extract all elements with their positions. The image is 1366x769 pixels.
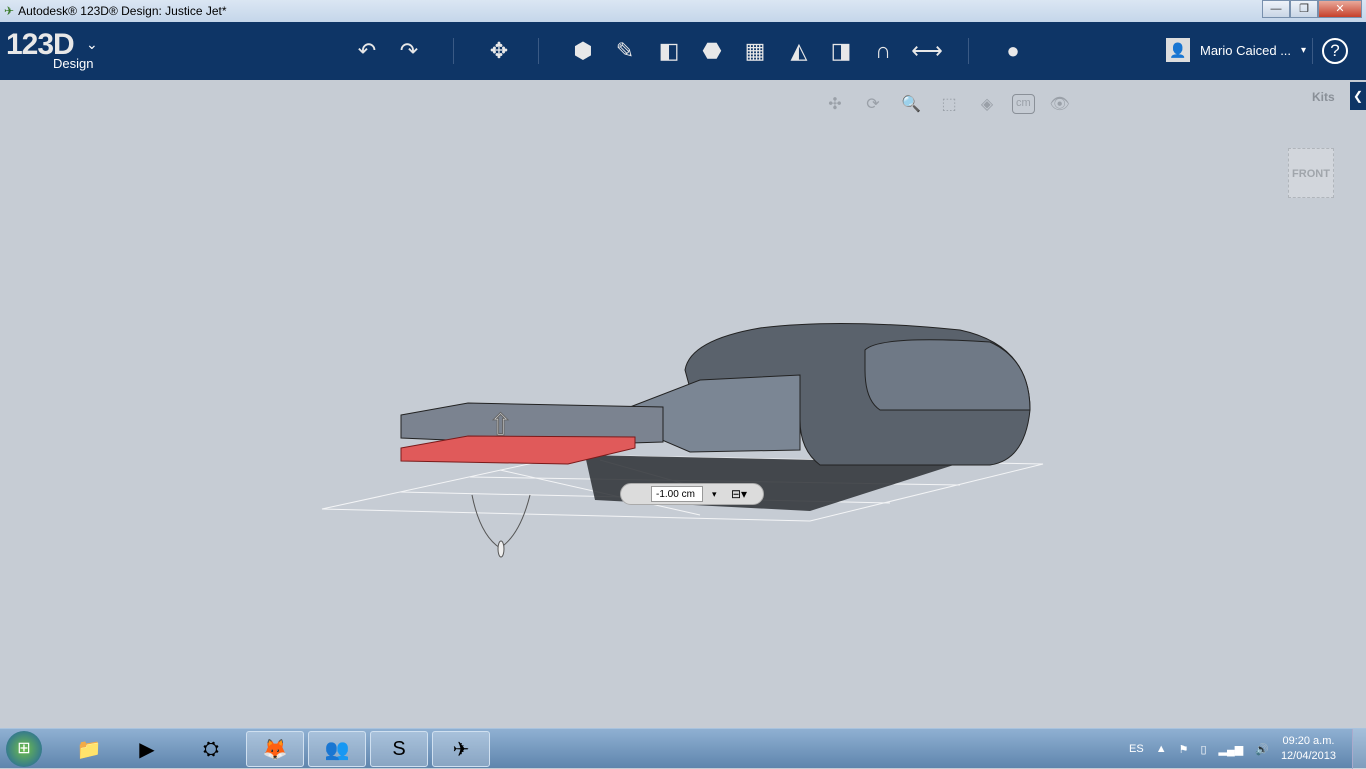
close-button[interactable]: ✕ (1318, 0, 1362, 18)
taskbar-firefox-icon[interactable]: 🦊 (246, 731, 304, 767)
construct-icon[interactable]: ◧ (654, 36, 684, 66)
language-indicator[interactable]: ES (1129, 743, 1144, 755)
pattern-icon[interactable]: ▦ (740, 36, 770, 66)
snap-icon[interactable]: ∩ (868, 36, 898, 66)
taskbar-123d-design-icon[interactable]: ✈ (432, 731, 490, 767)
material-icon[interactable]: ● (998, 36, 1028, 66)
window-title: Autodesk® 123D® Design: Justice Jet* (18, 4, 227, 18)
battery-icon[interactable]: ▯ (1200, 743, 1206, 756)
minimize-button[interactable]: — (1262, 0, 1290, 18)
time: 09:20 a.m. (1282, 735, 1335, 747)
window-titlebar: ✈ Autodesk® 123D® Design: Justice Jet* —… (0, 0, 1366, 22)
divider (1312, 38, 1313, 64)
combine-icon[interactable]: ◨ (826, 36, 856, 66)
taskbar-skype-icon[interactable]: S (370, 731, 428, 767)
system-tray: ES ▲ ⚑ ▯ ▂▄▆ 🔊 09:20 a.m. 12/04/2013 (1129, 729, 1336, 769)
volume-icon[interactable]: 🔊 (1255, 743, 1269, 756)
rotate-handle[interactable] (471, 494, 531, 549)
main-toolbar: 123D Design ⌄ ↶ ↷ ✥ ⬢ ✎ ◧ ⬣ ▦ ◭ ◨ ∩ ⟷ ● 👤 Mario Caic… (0, 22, 1366, 80)
divider (538, 38, 539, 64)
start-button[interactable]: ⊞ (6, 731, 42, 767)
user-menu[interactable]: 👤 Mario Caiced ... ▾ (1166, 38, 1306, 62)
user-name: Mario Caiced ... (1200, 42, 1292, 58)
modify-icon[interactable]: ⬣ (697, 36, 727, 66)
measure-icon[interactable]: ⟷ (911, 36, 943, 66)
app-logo-sub: Design (53, 56, 94, 71)
taskbar-media-player-icon[interactable]: ▶ (118, 731, 176, 767)
divider (453, 38, 454, 64)
rotate-handle-knob[interactable] (497, 540, 505, 558)
redo-icon[interactable]: ↷ (394, 36, 424, 66)
taskbar-messenger-icon[interactable]: 👥 (308, 731, 366, 767)
show-desktop-button[interactable] (1352, 729, 1366, 769)
dimension-input-box: ▾ ⊟▾ (620, 483, 764, 505)
clock[interactable]: 09:20 a.m. 12/04/2013 (1281, 734, 1336, 764)
app-menu-chevron-icon[interactable]: ⌄ (86, 36, 98, 53)
grouping-icon[interactable]: ◭ (784, 36, 814, 66)
sketch-icon[interactable]: ✎ (610, 36, 640, 66)
transform-icon[interactable]: ✥ (484, 36, 514, 66)
avatar: 👤 (1166, 38, 1190, 62)
dimension-input[interactable] (651, 486, 703, 502)
taskbar-explorer-icon[interactable]: 📁 (60, 731, 118, 767)
chevron-down-icon[interactable]: ▾ (712, 489, 717, 500)
date: 12/04/2013 (1280, 750, 1336, 762)
action-center-flag-icon[interactable]: ⚑ (1179, 743, 1189, 756)
chevron-down-icon[interactable]: ▾ (1301, 45, 1306, 56)
maximize-button[interactable]: ❐ (1290, 0, 1318, 18)
taskbar-app-icon[interactable]: ⛭ (182, 731, 240, 767)
app-icon: ✈ (4, 4, 15, 18)
snap-options-icon[interactable]: ⊟▾ (731, 487, 747, 501)
primitives-icon[interactable]: ⬢ (568, 36, 598, 66)
taskbar: ⊞ 📁 ▶ ⛭ 🦊 👥 S ✈ ES ▲ ⚑ ▯ ▂▄▆ 🔊 09:20 a.m. 12/0… (0, 728, 1366, 769)
move-arrow-icon[interactable]: ⇧ (488, 409, 514, 443)
show-hidden-icons-icon[interactable]: ▲ (1156, 743, 1167, 755)
network-signal-icon[interactable]: ▂▄▆ (1219, 743, 1244, 756)
help-button[interactable]: ? (1322, 38, 1348, 64)
undo-icon[interactable]: ↶ (352, 36, 382, 66)
divider (968, 38, 969, 64)
3d-viewport[interactable]: ⇧ (0, 80, 1366, 728)
